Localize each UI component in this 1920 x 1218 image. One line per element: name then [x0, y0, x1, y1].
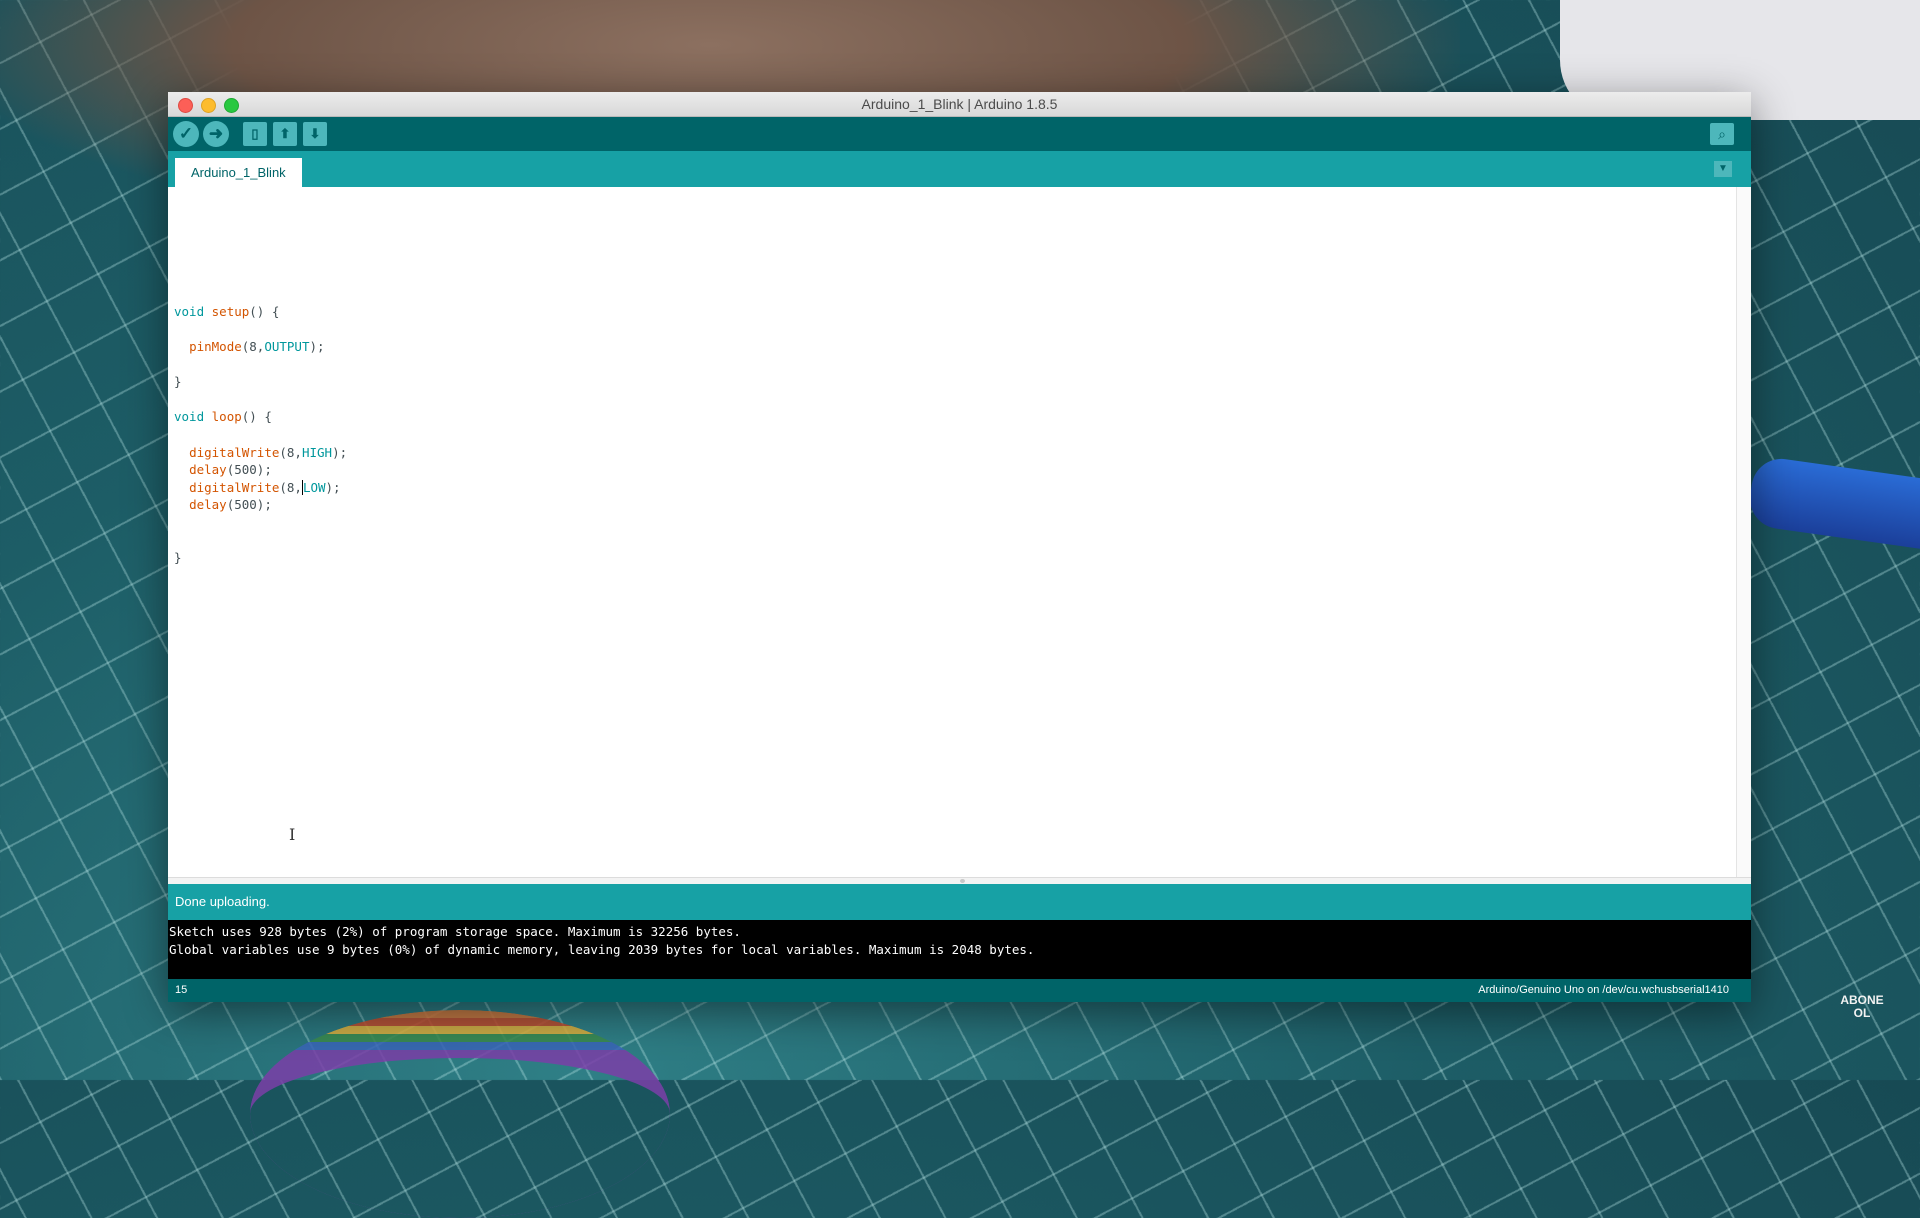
- footer-bar: 15 Arduino/Genuino Uno on /dev/cu.wchusb…: [168, 979, 1751, 1002]
- code-line: digitalWrite(8,LOW);: [189, 479, 341, 495]
- upload-button[interactable]: ➜: [203, 121, 229, 147]
- arduino-ide-window: Arduino_1_Blink | Arduino 1.8.5 ✓ ➜ ▯ ⬆ …: [168, 92, 1751, 1002]
- keyword: void: [174, 303, 205, 319]
- verify-button[interactable]: ✓: [173, 121, 199, 147]
- new-button[interactable]: ▯: [243, 122, 267, 146]
- code-line: void loop() {: [174, 409, 272, 425]
- function-name: digitalWrite: [189, 479, 280, 495]
- code-text[interactable]: void setup() { pinMode(8,OUTPUT); } void…: [174, 250, 347, 567]
- code-line: digitalWrite(8,HIGH);: [189, 444, 348, 460]
- arrow-right-icon: ➜: [208, 124, 224, 143]
- code-line: }: [174, 374, 182, 390]
- subscribe-logo-text: ABONE OL: [1840, 993, 1884, 1020]
- chevron-down-icon: ▼: [1718, 163, 1728, 174]
- pane-divider[interactable]: [168, 877, 1751, 884]
- title-bar: Arduino_1_Blink | Arduino 1.8.5: [168, 92, 1751, 117]
- channel-logo: ABONE OL: [1834, 994, 1890, 1050]
- constant: HIGH: [301, 444, 333, 460]
- code-line: delay(500);: [189, 462, 272, 478]
- divider-grip-icon[interactable]: [959, 879, 965, 883]
- console-output[interactable]: Sketch uses 928 bytes (2%) of program st…: [168, 920, 1751, 979]
- code-line: void setup() {: [174, 303, 280, 319]
- arrow-down-icon: ⬇: [309, 126, 321, 141]
- function-name: delay: [189, 497, 227, 513]
- function-name: delay: [189, 462, 227, 478]
- status-message: Done uploading.: [175, 894, 270, 909]
- constant: LOW: [302, 479, 326, 495]
- toolbar: ✓ ➜ ▯ ⬆ ⬇ ⌕: [168, 117, 1751, 151]
- editor-scrollbar[interactable]: [1736, 187, 1751, 877]
- serial-monitor-button[interactable]: ⌕: [1710, 123, 1734, 145]
- code-line: delay(500);: [189, 497, 272, 513]
- background-usb-cable: [1746, 455, 1920, 555]
- constant: OUTPUT: [264, 338, 310, 354]
- magnifier-icon: ⌕: [1718, 125, 1726, 142]
- code-line: }: [174, 550, 182, 566]
- window-title: Arduino_1_Blink | Arduino 1.8.5: [861, 96, 1058, 112]
- line-number: 15: [175, 984, 188, 996]
- open-button[interactable]: ⬆: [273, 122, 297, 146]
- console-line: Global variables use 9 bytes (0%) of dyn…: [169, 941, 1035, 957]
- background-ribbon-cable: [250, 1010, 670, 1218]
- function-name: digitalWrite: [189, 444, 280, 460]
- check-icon: ✓: [178, 124, 194, 143]
- function-name: pinMode: [189, 338, 242, 354]
- code-line: pinMode(8,OUTPUT);: [189, 338, 325, 354]
- tab-menu-button[interactable]: ▼: [1714, 161, 1732, 177]
- function-name: loop: [211, 409, 242, 425]
- new-file-icon: ▯: [251, 126, 259, 141]
- save-button[interactable]: ⬇: [303, 122, 327, 146]
- text-cursor-icon: I: [289, 825, 296, 844]
- code-editor[interactable]: void setup() { pinMode(8,OUTPUT); } void…: [168, 187, 1751, 877]
- status-bar: Done uploading.: [168, 884, 1751, 920]
- board-port-label: Arduino/Genuino Uno on /dev/cu.wchusbser…: [1478, 984, 1729, 996]
- arrow-up-icon: ⬆: [279, 126, 291, 141]
- function-name: setup: [211, 303, 250, 319]
- tab-arduino-1-blink[interactable]: Arduino_1_Blink: [175, 158, 302, 187]
- tab-bar: Arduino_1_Blink ▼: [168, 151, 1751, 187]
- keyword: void: [174, 409, 205, 425]
- console-line: Sketch uses 928 bytes (2%) of program st…: [169, 924, 741, 939]
